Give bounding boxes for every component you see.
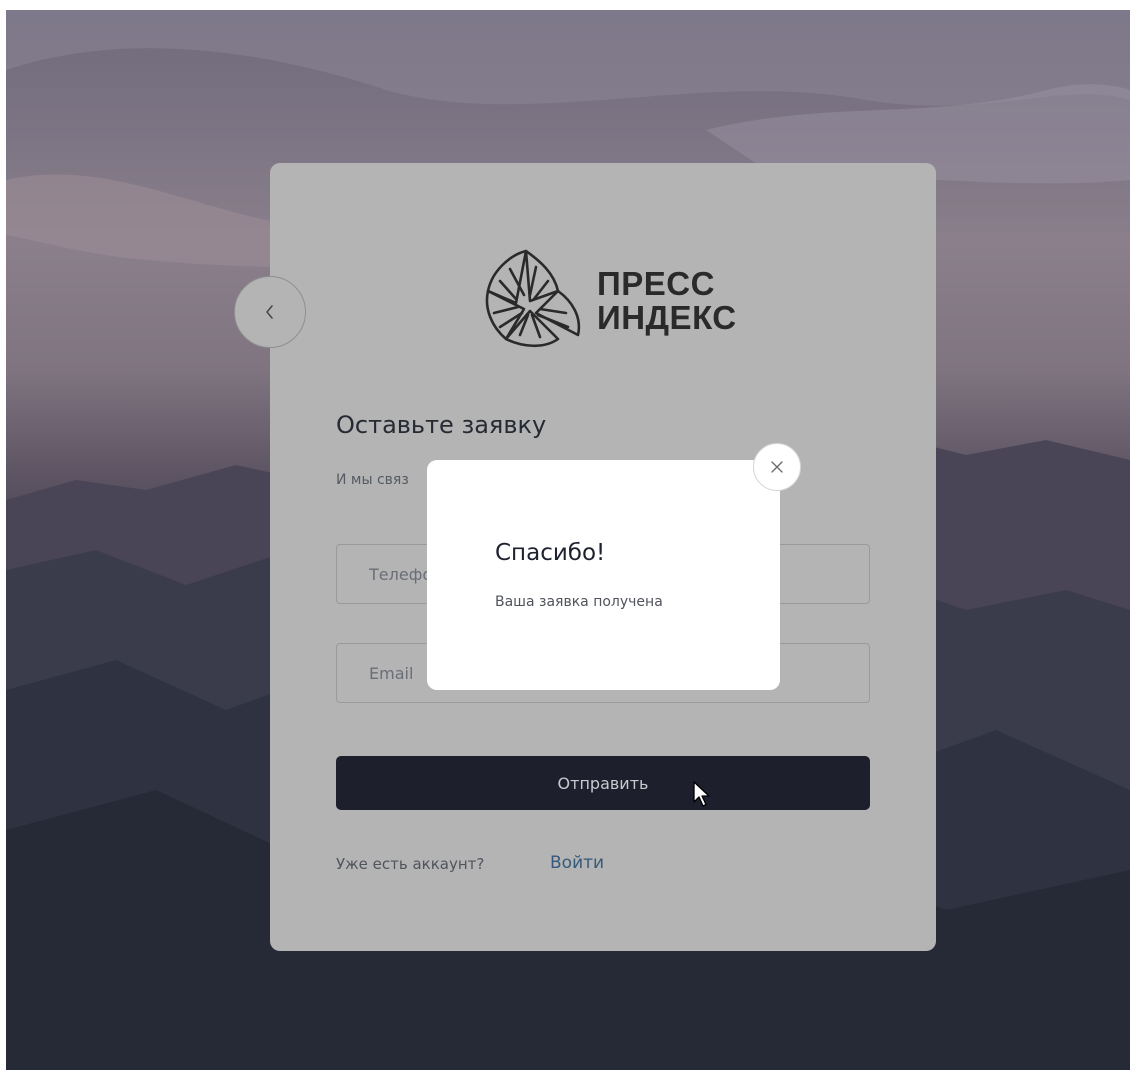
- brand-line-2: ИНДЕКС: [597, 299, 737, 336]
- submit-button[interactable]: Отправить: [336, 756, 870, 810]
- login-link[interactable]: Войти: [550, 853, 604, 873]
- form-subtitle: И мы связ: [336, 472, 409, 488]
- modal-close-button[interactable]: [753, 443, 801, 491]
- modal-message: Ваша заявка получена: [495, 594, 663, 610]
- back-button[interactable]: [234, 276, 306, 348]
- brand-line-1: ПРЕСС: [597, 265, 715, 302]
- modal-title: Спасибо!: [495, 540, 606, 566]
- brand-wordmark: ПРЕСС ИНДЕКС: [597, 267, 737, 335]
- mouse-pointer-icon: [693, 781, 710, 807]
- chevron-left-icon: [266, 305, 273, 319]
- success-modal: [427, 460, 780, 690]
- form-title: Оставьте заявку: [336, 411, 547, 439]
- close-icon: [771, 461, 783, 473]
- have-account-text: Уже есть аккаунт?: [336, 855, 485, 873]
